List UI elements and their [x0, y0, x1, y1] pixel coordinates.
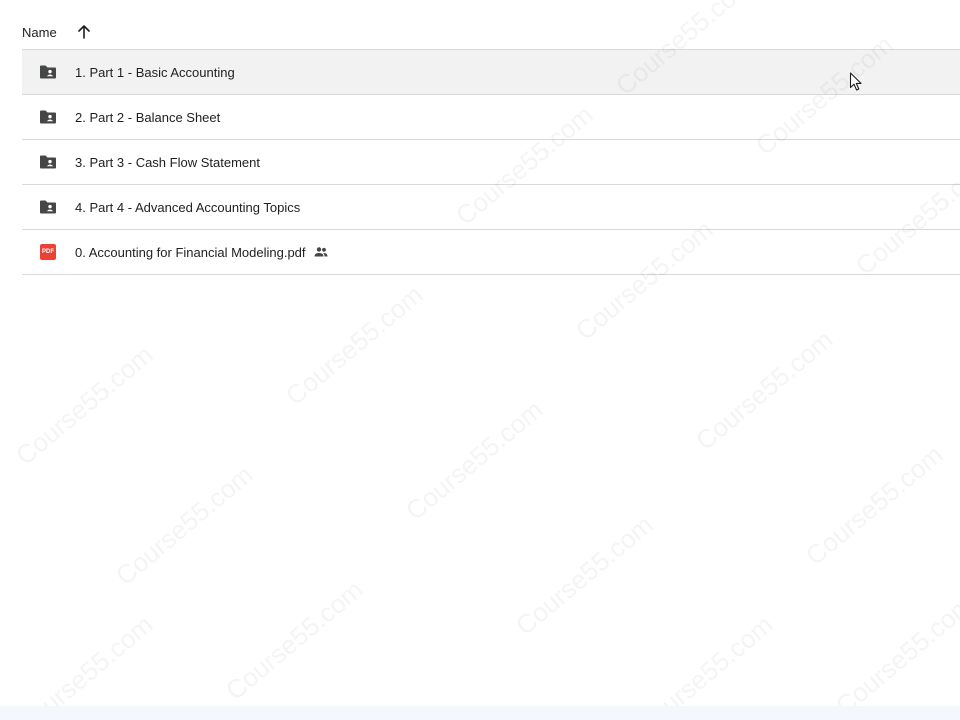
name-column-header[interactable]: Name: [22, 25, 57, 40]
watermark: Course55.com: [10, 339, 159, 471]
item-name: 4. Part 4 - Advanced Accounting Topics: [75, 199, 301, 215]
watermark: Course55.com: [830, 589, 960, 720]
watermark: Course55.com: [800, 439, 949, 571]
shared-folder-icon: [38, 152, 58, 172]
file-list: 1. Part 1 - Basic Accounting 2. Part 2 -…: [22, 49, 960, 275]
file-list-page: Name 1. Part 1 - Basic Accounting 2. Par…: [0, 0, 960, 720]
pdf-icon: PDF: [38, 242, 58, 262]
item-name: 1. Part 1 - Basic Accounting: [75, 64, 235, 80]
arrow-up-icon[interactable]: [77, 24, 91, 40]
watermark: Course55.com: [10, 609, 159, 720]
watermark: Course55.com: [280, 279, 429, 411]
watermark: Course55.com: [400, 394, 549, 526]
list-item[interactable]: 4. Part 4 - Advanced Accounting Topics: [22, 185, 960, 230]
list-item[interactable]: PDF 0. Accounting for Financial Modeling…: [22, 230, 960, 275]
pdf-badge: PDF: [40, 244, 56, 260]
list-item[interactable]: 3. Part 3 - Cash Flow Statement: [22, 140, 960, 185]
shared-folder-icon: [38, 197, 58, 217]
item-name: 0. Accounting for Financial Modeling.pdf: [75, 244, 306, 260]
watermark: Course55.com: [510, 509, 659, 641]
watermark: Course55.com: [630, 609, 779, 720]
list-header: Name: [22, 18, 91, 46]
shared-folder-icon: [38, 62, 58, 82]
item-name: 2. Part 2 - Balance Sheet: [75, 109, 221, 125]
watermark: Course55.com: [690, 324, 839, 456]
shared-folder-icon: [38, 107, 58, 127]
people-icon: [313, 244, 329, 260]
item-name: 3. Part 3 - Cash Flow Statement: [75, 154, 260, 170]
watermark: Course55.com: [110, 459, 259, 591]
bottom-band: [0, 706, 960, 720]
list-item[interactable]: 2. Part 2 - Balance Sheet: [22, 95, 960, 140]
list-item[interactable]: 1. Part 1 - Basic Accounting: [22, 49, 960, 95]
watermark: Course55.com: [220, 574, 369, 706]
